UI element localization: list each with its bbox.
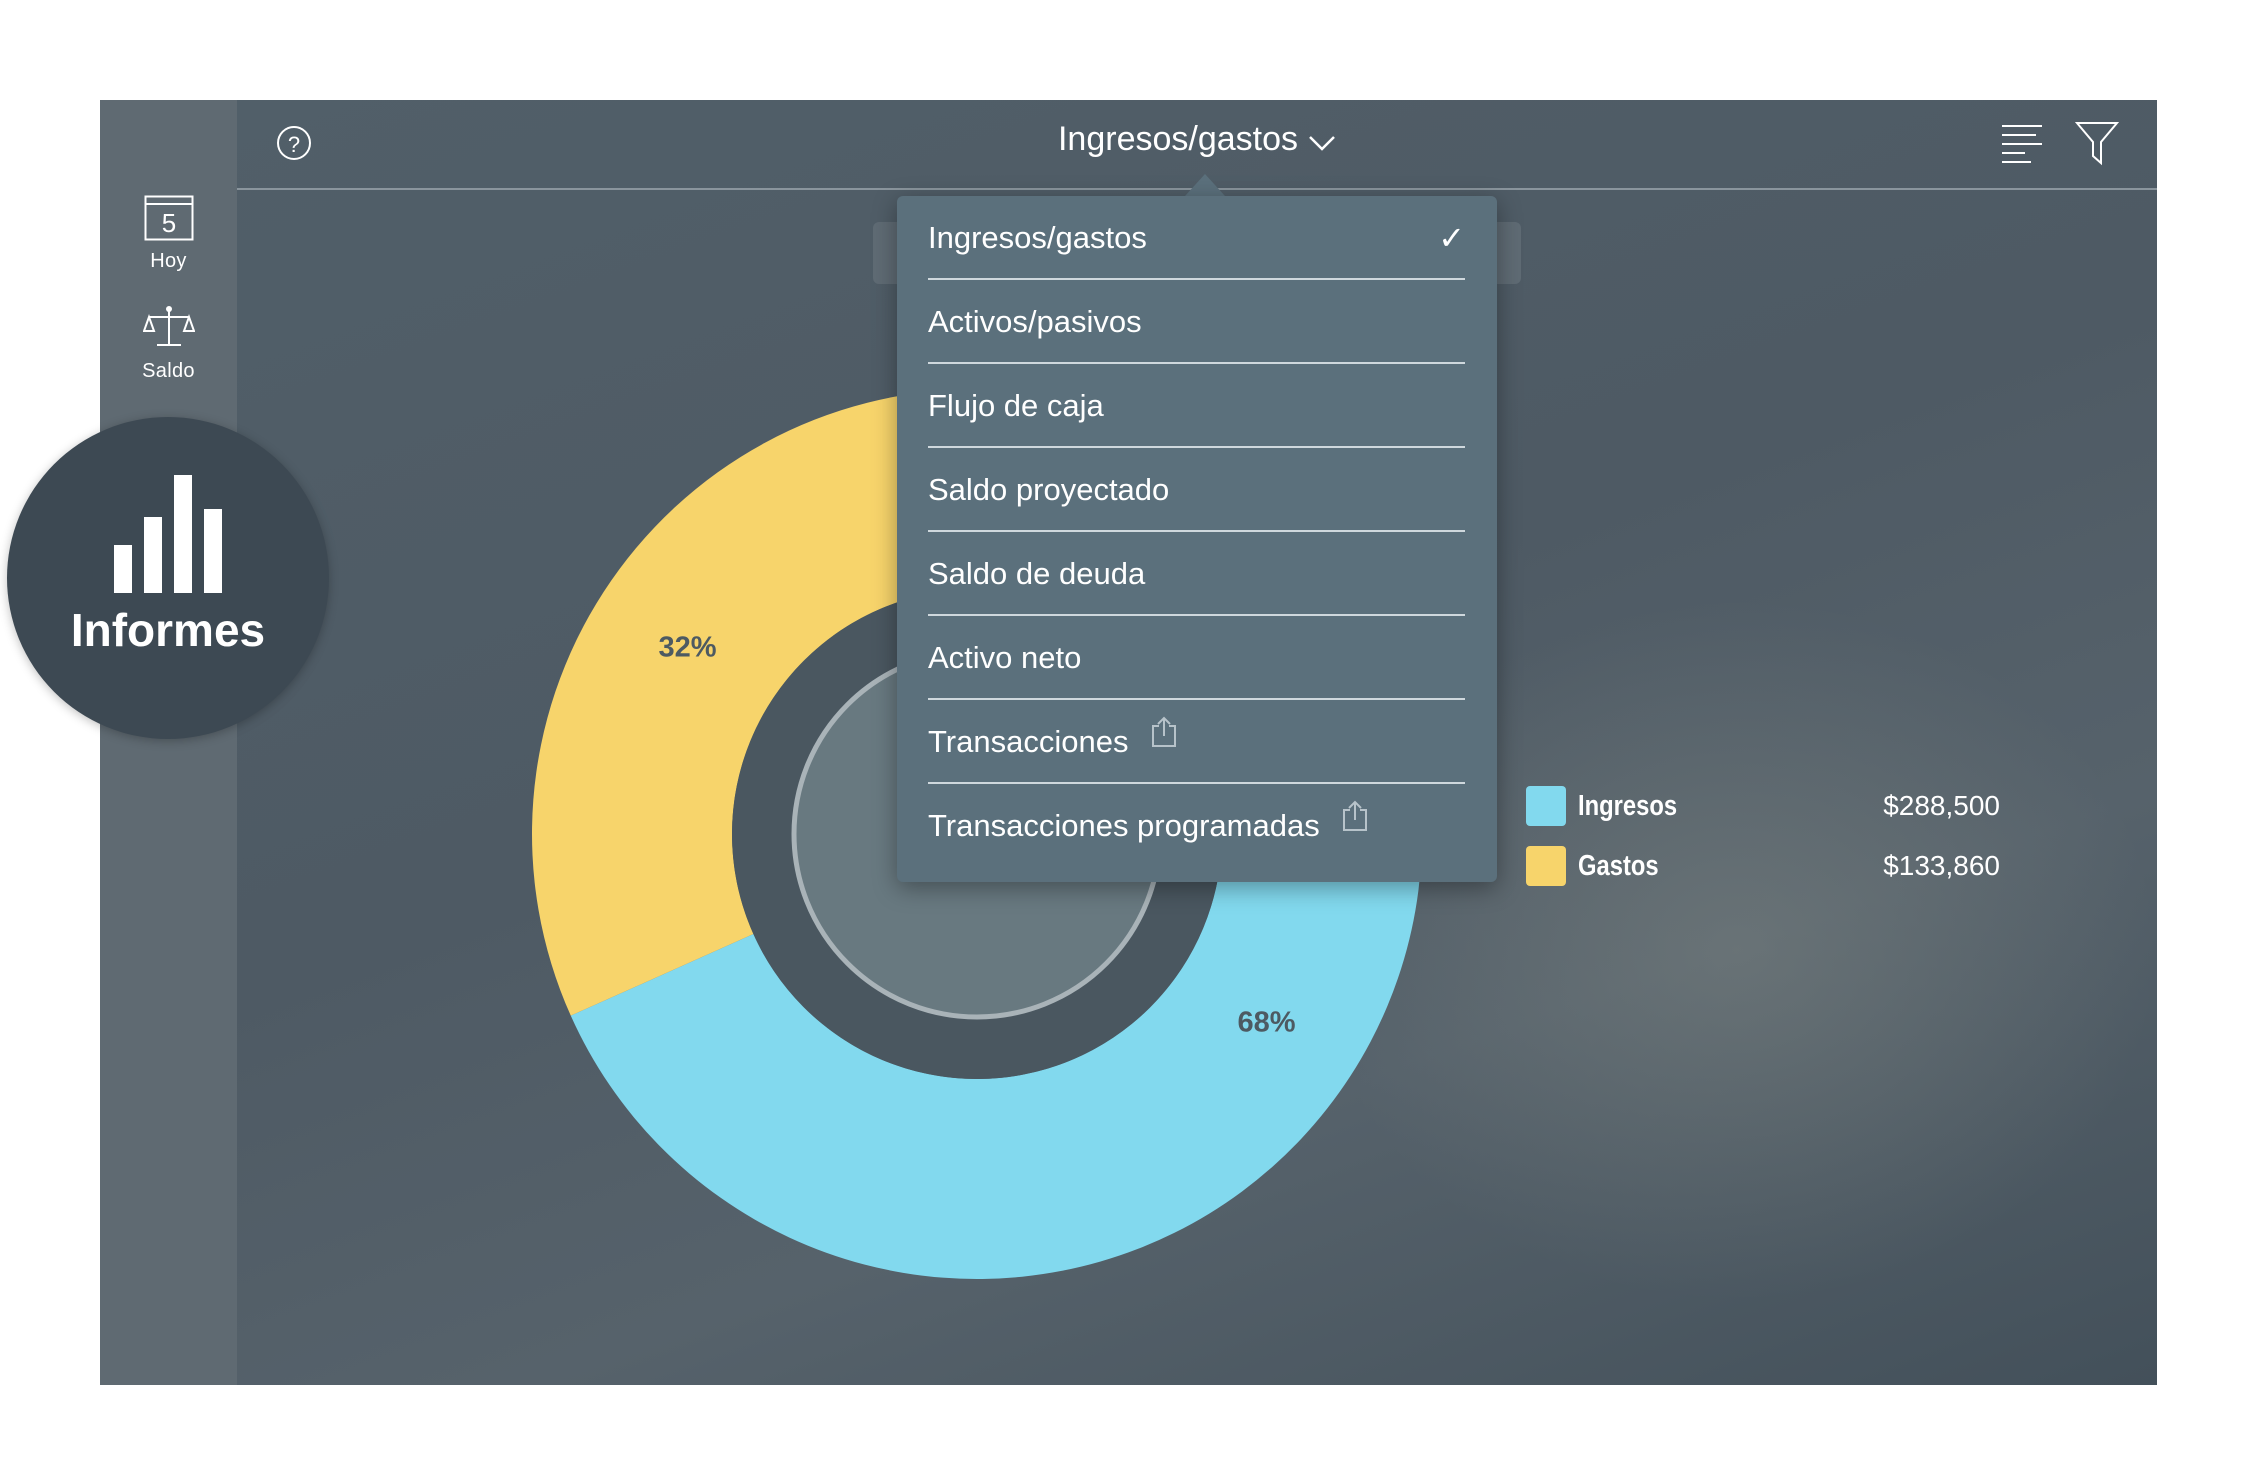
sidebar-item-saldo[interactable]: Saldo (100, 305, 237, 383)
menu-item-saldo-de-deuda[interactable]: Saldo de deuda (928, 532, 1465, 616)
menu-item-label: Activos/pasivos (928, 304, 1142, 339)
checkmark-icon: ✓ (1438, 220, 1465, 256)
menu-item-label: Ingresos/gastos (928, 220, 1147, 255)
chevron-down-icon (1308, 122, 1336, 161)
informes-badge[interactable]: Informes (7, 417, 329, 739)
sidebar-item-label: Hoy (150, 250, 187, 272)
filter-icon[interactable] (2074, 120, 2120, 171)
share-icon (1342, 780, 1368, 864)
legend-value: $133,860 (1883, 850, 2000, 881)
menu-item-flujo-de-caja[interactable]: Flujo de caja (928, 364, 1465, 448)
balance-scale-icon (142, 306, 195, 355)
menu-item-label: Transacciones programadas (928, 808, 1320, 843)
legend-label: Ingresos (1578, 790, 1678, 822)
report-type-selector[interactable]: Ingresos/gastos (237, 120, 2157, 161)
badge-label: Informes (70, 604, 266, 656)
slice-percent-label: 32% (658, 631, 716, 663)
sidebar: 5 Hoy Saldo (100, 100, 237, 1385)
calendar-day: 5 (161, 208, 175, 238)
report-type-dropdown: Ingresos/gastos ✓ Activos/pasivos Flujo … (897, 196, 1497, 882)
bar-chart-icon (114, 475, 224, 598)
menu-item-label: Saldo de deuda (928, 556, 1146, 591)
list-icon[interactable] (2001, 122, 2043, 169)
menu-item-label: Transacciones (928, 724, 1129, 759)
sidebar-item-label: Saldo (142, 360, 195, 382)
page-title: Ingresos/gastos (1057, 120, 1299, 158)
sidebar-item-hoy[interactable]: 5 Hoy (100, 195, 237, 273)
menu-item-transacciones[interactable]: Transacciones (928, 700, 1465, 784)
share-icon (1151, 696, 1177, 780)
legend-label: Gastos (1578, 850, 1659, 882)
menu-item-ingresos-gastos[interactable]: Ingresos/gastos ✓ (928, 196, 1465, 280)
legend-value: $288,500 (1883, 790, 2000, 821)
menu-item-activo-neto[interactable]: Activo neto (928, 616, 1465, 700)
menu-item-transacciones-programadas[interactable]: Transacciones programadas (928, 784, 1465, 868)
menu-item-saldo-proyectado[interactable]: Saldo proyectado (928, 448, 1465, 532)
dropdown-pointer (1185, 174, 1225, 196)
menu-item-label: Saldo proyectado (928, 472, 1170, 507)
calendar-icon: 5 (144, 195, 194, 245)
menu-item-label: Flujo de caja (928, 388, 1104, 423)
app-window: 5 Hoy Saldo 68%32%$154,6BENEFI (100, 100, 2157, 1385)
menu-item-activos-pasivos[interactable]: Activos/pasivos (928, 280, 1465, 364)
slice-percent-label: 68% (1237, 1007, 1295, 1039)
legend-swatch-gastos (1526, 846, 1566, 886)
menu-item-label: Activo neto (928, 640, 1082, 675)
legend-swatch-ingresos (1526, 786, 1566, 826)
